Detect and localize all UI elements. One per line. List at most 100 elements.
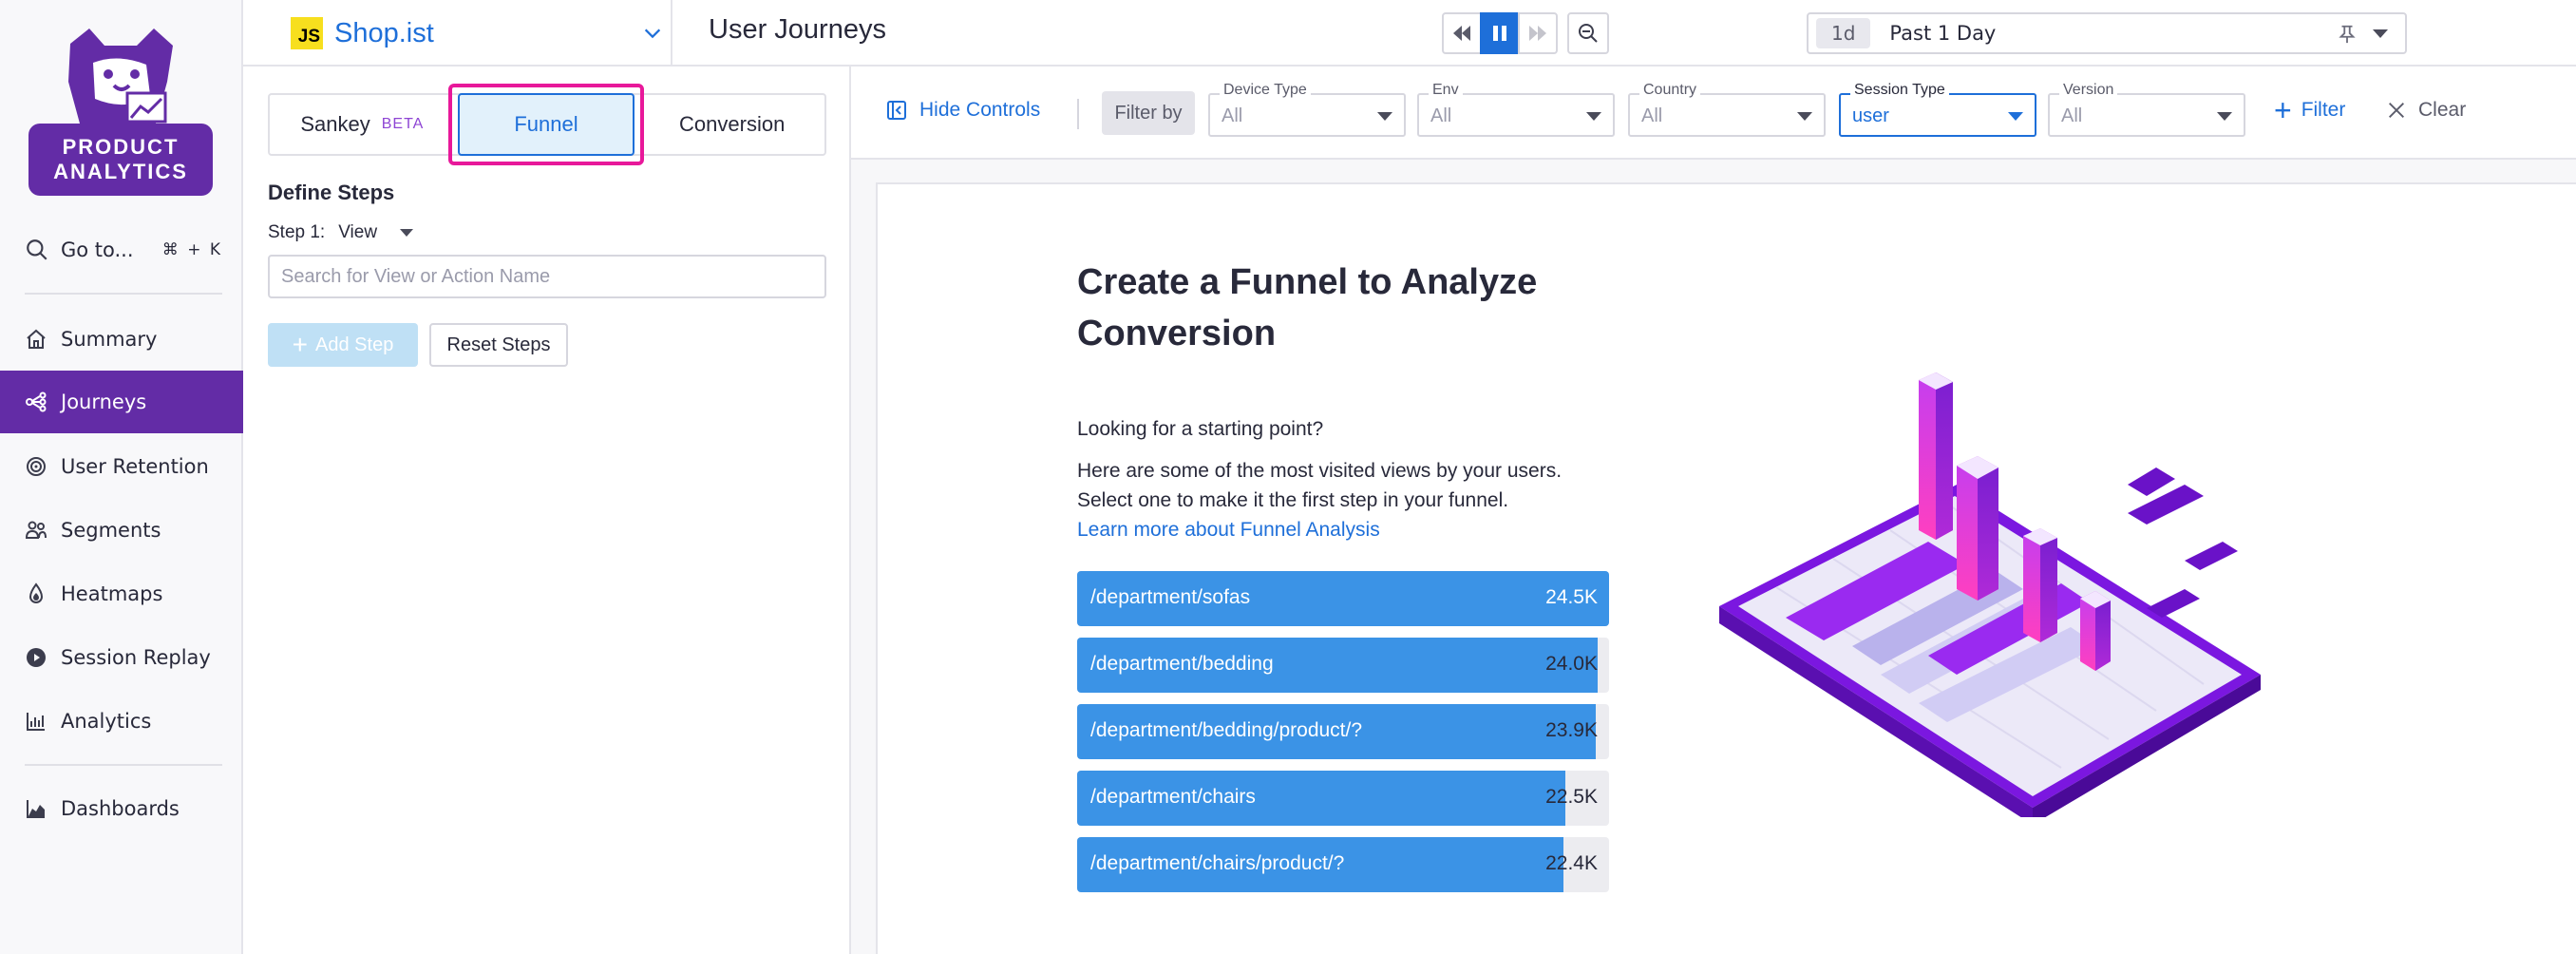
filter-bar: Hide Controls Filter by Device Type All … — [851, 67, 2576, 160]
home-icon — [27, 329, 46, 349]
nav-item-label: Summary — [61, 328, 158, 351]
filter-legend: Env — [1429, 82, 1463, 99]
top-views-list: /department/sofas 24.5K /department/bedd… — [1077, 571, 1609, 904]
view-count: 22.4K — [1545, 852, 1598, 874]
nav-item-label: Analytics — [61, 710, 152, 733]
filter-value: All — [1641, 105, 1663, 126]
step-search-input[interactable] — [268, 255, 826, 298]
device-type-filter[interactable]: Device Type All — [1208, 82, 1406, 137]
nav-item-user-retention[interactable]: User Retention — [0, 435, 243, 498]
view-suggestion-row[interactable]: /department/bedding 24.0K — [1077, 638, 1609, 693]
view-count: 23.9K — [1545, 719, 1598, 741]
view-suggestion-row[interactable]: /department/sofas 24.5K — [1077, 571, 1609, 626]
tab-sankey[interactable]: Sankey BETA — [270, 95, 455, 154]
view-suggestion-row[interactable]: /department/chairs/product/? 22.4K — [1077, 837, 1609, 892]
reset-steps-button[interactable]: Reset Steps — [429, 323, 568, 367]
filter-value: All — [1222, 105, 1243, 126]
tab-conversion[interactable]: Conversion — [639, 95, 824, 154]
view-path: /department/chairs — [1090, 786, 1256, 808]
step-type-select[interactable]: View — [338, 222, 377, 243]
close-icon — [2389, 103, 2404, 118]
fast-forward-button[interactable] — [1518, 12, 1558, 54]
time-range-caret-icon[interactable] — [2373, 29, 2388, 38]
version-filter[interactable]: Version All — [2048, 82, 2245, 137]
chevron-down-icon — [644, 29, 661, 39]
add-step-label: Add Step — [315, 334, 394, 355]
goto-search[interactable]: Go to... ⌘ + K — [25, 234, 222, 266]
view-count: 22.5K — [1545, 786, 1598, 808]
product-analytics-logo[interactable]: PRODUCT ANALYTICS — [28, 25, 213, 196]
funnel-illustration — [1719, 372, 2261, 817]
tab-funnel[interactable]: Funnel — [458, 93, 635, 156]
top-header: JS Shop.ist User Journeys 1d Past 1 Day — [243, 0, 2576, 67]
nav-item-analytics[interactable]: Analytics — [0, 690, 243, 753]
time-range-chip: 1d — [1816, 18, 1871, 48]
filter-legend: Session Type — [1850, 82, 1949, 99]
filter-separator — [1077, 99, 1079, 129]
nav-item-session-replay[interactable]: Session Replay — [0, 626, 243, 689]
tab-conversion-label: Conversion — [679, 112, 786, 136]
filter-value: user — [1852, 105, 1889, 126]
step-type-caret-icon[interactable] — [400, 229, 414, 237]
view-path: /department/bedding/product/? — [1090, 719, 1363, 741]
nav-item-label: Journeys — [61, 391, 147, 413]
plus-icon: + — [2274, 93, 2292, 127]
nav-item-segments[interactable]: Segments — [0, 499, 243, 562]
nav-item-label: Heatmaps — [61, 582, 163, 605]
view-path: /department/sofas — [1090, 586, 1251, 608]
step-1-row: Step 1: View — [268, 222, 414, 243]
nav-item-heatmaps[interactable]: Heatmaps — [0, 563, 243, 625]
nav-item-label: User Retention — [61, 455, 209, 478]
nav-item-label: Segments — [61, 519, 161, 542]
filter-legend: Version — [2059, 82, 2118, 99]
dog-mascot-icon — [68, 29, 173, 124]
rewind-button[interactable] — [1442, 12, 1482, 54]
beta-badge: BETA — [381, 116, 425, 132]
empty-state-title: Create a Funnel to Analyze Conversion — [1077, 262, 1538, 353]
plus-icon: + — [292, 330, 309, 359]
chevron-down-icon — [1586, 112, 1601, 121]
chevron-down-icon — [2217, 112, 2232, 121]
page-title: User Journeys — [709, 14, 886, 45]
goto-shortcut: ⌘ + K — [161, 240, 222, 259]
view-path: /department/chairs/product/? — [1090, 852, 1345, 874]
app-selector[interactable]: JS Shop.ist — [291, 15, 661, 51]
learn-more-link[interactable]: Learn more about Funnel Analysis — [1077, 519, 1380, 542]
filter-by-label: Filter by — [1102, 91, 1195, 135]
hide-controls-button[interactable]: Hide Controls — [885, 99, 1040, 122]
add-filter-button[interactable]: + Filter — [2274, 93, 2345, 127]
play-icon — [27, 648, 46, 667]
time-range-label: Past 1 Day — [1889, 22, 1997, 45]
zoom-out-button[interactable] — [1567, 12, 1609, 54]
time-range-picker[interactable]: 1d Past 1 Day — [1807, 12, 2407, 54]
nav-item-dashboards[interactable]: Dashboards — [0, 777, 243, 840]
rewind-icon — [1453, 26, 1470, 41]
bar-chart-icon — [27, 713, 45, 731]
nav-item-summary[interactable]: Summary — [0, 308, 243, 371]
chevron-down-icon — [1797, 112, 1812, 121]
view-suggestion-row[interactable]: /department/bedding/product/? 23.9K — [1077, 704, 1609, 759]
controls-panel: Sankey BETA Conversion Funnel Define Ste… — [243, 67, 851, 954]
define-steps-heading: Define Steps — [268, 181, 395, 204]
env-filter[interactable]: Env All — [1417, 82, 1615, 137]
starting-point-text: Looking for a starting point? — [1077, 418, 1324, 440]
view-count: 24.0K — [1545, 653, 1598, 675]
nav-item-journeys[interactable]: Journeys — [0, 371, 243, 433]
view-suggestion-row[interactable]: /department/chairs 22.5K — [1077, 771, 1609, 826]
goto-label: Go to... — [61, 238, 134, 261]
country-filter[interactable]: Country All — [1628, 82, 1826, 137]
add-step-button[interactable]: + Add Step — [268, 323, 418, 367]
filter-value: All — [2061, 105, 2083, 126]
clear-label: Clear — [2418, 99, 2467, 121]
session-type-filter[interactable]: Session Type user — [1839, 82, 2036, 137]
pause-button[interactable] — [1480, 12, 1520, 54]
step-label: Step 1: — [268, 222, 326, 242]
description-line-2: Select one to make it the first step in … — [1077, 489, 1509, 511]
zoom-out-icon — [1579, 24, 1598, 43]
js-badge-icon: JS — [291, 17, 323, 49]
left-nav: PRODUCT ANALYTICS Go to... ⌘ + K Summary… — [0, 0, 243, 954]
chevron-down-icon — [2008, 112, 2023, 121]
pin-icon[interactable] — [2337, 24, 2358, 45]
clear-filters-button[interactable]: Clear — [2386, 99, 2466, 122]
filter-legend: Country — [1639, 82, 1701, 99]
